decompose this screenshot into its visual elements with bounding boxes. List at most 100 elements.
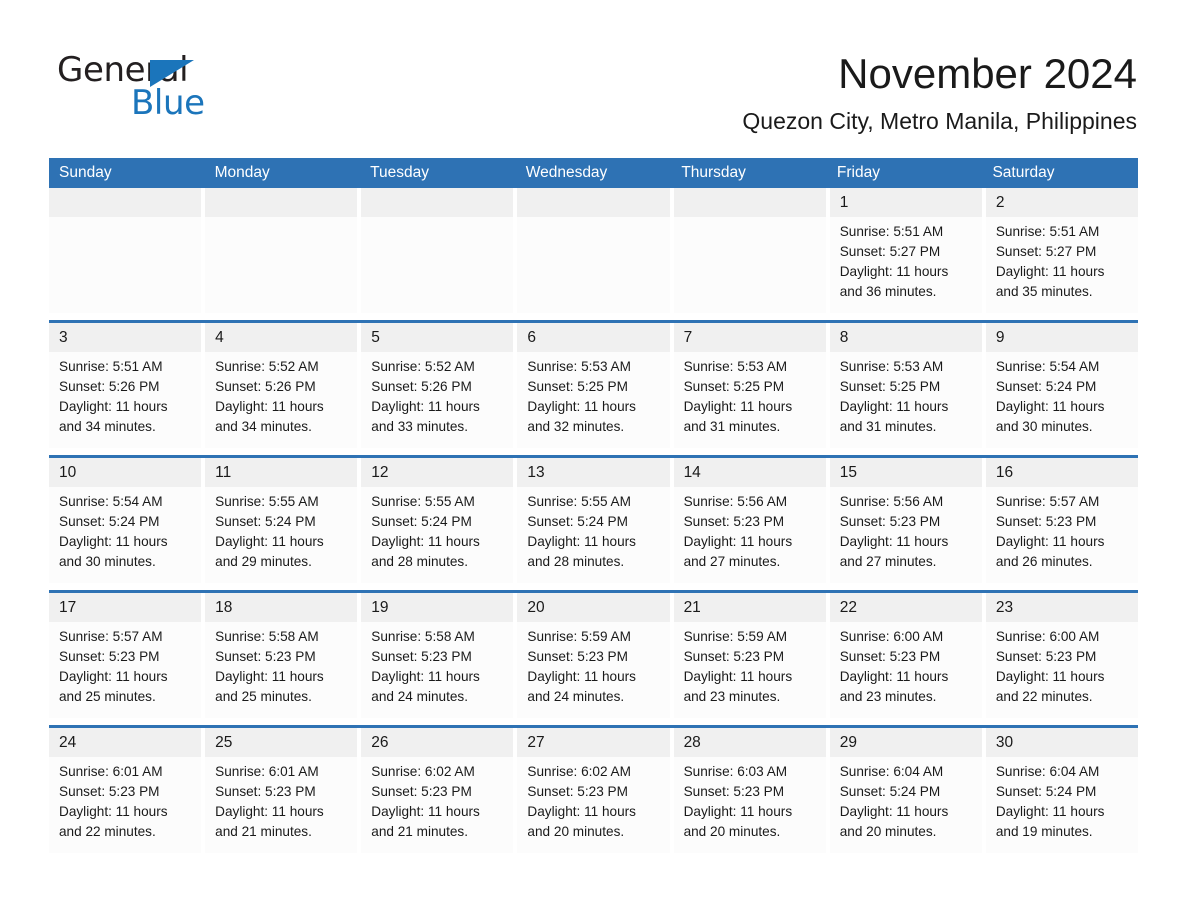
sunrise-text: Sunrise: 5:59 AM (527, 629, 631, 644)
day-cell[interactable]: 23 Sunrise: 6:00 AM Sunset: 5:23 PM Dayl… (985, 593, 1138, 718)
weekday-header-thursday: Thursday (681, 164, 746, 181)
day-cell[interactable]: 26 Sunrise: 6:02 AM Sunset: 5:23 PM Dayl… (361, 728, 514, 853)
daylight-text-line2: and 32 minutes. (527, 419, 625, 434)
daylight-text-line2: and 33 minutes. (371, 419, 469, 434)
day-cell[interactable]: 7 Sunrise: 5:53 AM Sunset: 5:25 PM Dayli… (673, 323, 826, 448)
day-cell[interactable]: 9 Sunrise: 5:54 AM Sunset: 5:24 PM Dayli… (985, 323, 1138, 448)
daylight-text-line1: Daylight: 11 hours (215, 669, 324, 684)
day-cell[interactable]: 3 Sunrise: 5:51 AM Sunset: 5:26 PM Dayli… (49, 323, 202, 448)
day-cell[interactable]: 6 Sunrise: 5:53 AM Sunset: 5:25 PM Dayli… (517, 323, 670, 448)
sunrise-text: Sunrise: 6:04 AM (839, 764, 944, 779)
sunset-text: Sunset: 5:24 PM (527, 514, 628, 529)
sunrise-text: Sunrise: 5:57 AM (59, 629, 163, 644)
daylight-text-line2: and 25 minutes. (215, 689, 312, 704)
daylight-text-line2: and 30 minutes. (995, 419, 1093, 434)
day-cell[interactable]: 5 Sunrise: 5:52 AM Sunset: 5:26 PM Dayli… (361, 323, 514, 448)
day-details: Sunrise: 6:02 AM Sunset: 5:23 PM Dayligh… (361, 757, 513, 842)
day-cell[interactable] (49, 188, 202, 313)
day-cell[interactable]: 8 Sunrise: 5:53 AM Sunset: 5:25 PM Dayli… (829, 323, 982, 448)
week-row: 10 Sunrise: 5:54 AM Sunset: 5:24 PM Dayl… (49, 455, 1138, 583)
day-cell[interactable]: 16 Sunrise: 5:57 AM Sunset: 5:23 PM Dayl… (985, 458, 1138, 583)
day-number: 10 (49, 458, 202, 487)
day-number: 13 (517, 458, 670, 487)
day-cell[interactable]: 30 Sunrise: 6:04 AM Sunset: 5:24 PM Dayl… (985, 728, 1138, 853)
sunrise-text: Sunrise: 5:54 AM (59, 494, 163, 509)
day-cell[interactable]: 15 Sunrise: 5:56 AM Sunset: 5:23 PM Dayl… (829, 458, 982, 583)
day-cell[interactable]: 19 Sunrise: 5:58 AM Sunset: 5:23 PM Dayl… (361, 593, 514, 718)
day-number (205, 188, 358, 217)
sunrise-text: Sunrise: 5:53 AM (839, 359, 944, 374)
sunset-text: Sunset: 5:24 PM (995, 784, 1097, 799)
day-cell[interactable] (361, 188, 514, 313)
day-number: 19 (361, 593, 514, 622)
day-details: Sunrise: 5:53 AM Sunset: 5:25 PM Dayligh… (830, 352, 982, 437)
day-cell[interactable]: 1 Sunrise: 5:51 AM Sunset: 5:27 PM Dayli… (829, 188, 982, 313)
daylight-text-line2: and 23 minutes. (683, 689, 781, 704)
daylight-text-line1: Daylight: 11 hours (839, 264, 949, 279)
day-details: Sunrise: 5:57 AM Sunset: 5:23 PM Dayligh… (986, 487, 1138, 572)
week-row: 3 Sunrise: 5:51 AM Sunset: 5:26 PM Dayli… (49, 320, 1138, 448)
day-cell[interactable]: 13 Sunrise: 5:55 AM Sunset: 5:24 PM Dayl… (517, 458, 670, 583)
daylight-text-line2: and 27 minutes. (683, 554, 781, 569)
day-number: 24 (49, 728, 202, 757)
day-number (517, 188, 670, 217)
daylight-text-line2: and 19 minutes. (995, 824, 1093, 839)
day-cell[interactable]: 12 Sunrise: 5:55 AM Sunset: 5:24 PM Dayl… (361, 458, 514, 583)
day-cell[interactable]: 4 Sunrise: 5:52 AM Sunset: 5:26 PM Dayli… (205, 323, 358, 448)
sunrise-text: Sunrise: 6:00 AM (995, 629, 1100, 644)
day-cell[interactable]: 22 Sunrise: 6:00 AM Sunset: 5:23 PM Dayl… (829, 593, 982, 718)
daylight-text-line1: Daylight: 11 hours (215, 804, 324, 819)
day-cell[interactable] (517, 188, 670, 313)
day-cell[interactable]: 29 Sunrise: 6:04 AM Sunset: 5:24 PM Dayl… (829, 728, 982, 853)
day-cell[interactable]: 17 Sunrise: 5:57 AM Sunset: 5:23 PM Dayl… (49, 593, 202, 718)
day-details: Sunrise: 6:01 AM Sunset: 5:23 PM Dayligh… (49, 757, 201, 842)
day-details: Sunrise: 5:58 AM Sunset: 5:23 PM Dayligh… (205, 622, 357, 707)
week-row: 24 Sunrise: 6:01 AM Sunset: 5:23 PM Dayl… (49, 725, 1138, 853)
daylight-text-line1: Daylight: 11 hours (995, 669, 1105, 684)
day-cell[interactable] (673, 188, 826, 313)
general-blue-logo[interactable]: General Blue (57, 52, 257, 124)
day-number (673, 188, 826, 217)
sunset-text: Sunset: 5:24 PM (59, 514, 160, 529)
sunrise-text: Sunrise: 5:52 AM (215, 359, 319, 374)
day-number: 22 (829, 593, 982, 622)
day-number: 30 (985, 728, 1138, 757)
sunrise-text: Sunrise: 6:00 AM (839, 629, 944, 644)
sunset-text: Sunset: 5:23 PM (683, 784, 785, 799)
daylight-text-line2: and 30 minutes. (59, 554, 156, 569)
day-cell[interactable]: 24 Sunrise: 6:01 AM Sunset: 5:23 PM Dayl… (49, 728, 202, 853)
day-cell[interactable] (205, 188, 358, 313)
logo-text-blue: Blue (131, 83, 205, 123)
day-details: Sunrise: 5:56 AM Sunset: 5:23 PM Dayligh… (674, 487, 826, 572)
sunrise-text: Sunrise: 5:55 AM (371, 494, 475, 509)
daylight-text-line1: Daylight: 11 hours (371, 804, 480, 819)
day-cell[interactable]: 11 Sunrise: 5:55 AM Sunset: 5:24 PM Dayl… (205, 458, 358, 583)
sunset-text: Sunset: 5:23 PM (839, 514, 941, 529)
sunset-text: Sunset: 5:27 PM (995, 244, 1097, 259)
day-details: Sunrise: 6:00 AM Sunset: 5:23 PM Dayligh… (986, 622, 1138, 707)
day-cell[interactable]: 10 Sunrise: 5:54 AM Sunset: 5:24 PM Dayl… (49, 458, 202, 583)
day-cell[interactable]: 20 Sunrise: 5:59 AM Sunset: 5:23 PM Dayl… (517, 593, 670, 718)
sunrise-text: Sunrise: 6:02 AM (527, 764, 631, 779)
sunset-text: Sunset: 5:23 PM (995, 649, 1097, 664)
day-cell[interactable]: 27 Sunrise: 6:02 AM Sunset: 5:23 PM Dayl… (517, 728, 670, 853)
day-cell[interactable]: 14 Sunrise: 5:56 AM Sunset: 5:23 PM Dayl… (673, 458, 826, 583)
day-details: Sunrise: 5:52 AM Sunset: 5:26 PM Dayligh… (205, 352, 357, 437)
day-cell[interactable]: 18 Sunrise: 5:58 AM Sunset: 5:23 PM Dayl… (205, 593, 358, 718)
daylight-text-line2: and 31 minutes. (839, 419, 937, 434)
sunrise-text: Sunrise: 5:51 AM (995, 224, 1100, 239)
calendar-page: General Blue November 2024 Quezon City, … (0, 0, 1188, 918)
day-cell[interactable]: 21 Sunrise: 5:59 AM Sunset: 5:23 PM Dayl… (673, 593, 826, 718)
location-subtitle: Quezon City, Metro Manila, Philippines (742, 108, 1137, 134)
day-number: 23 (985, 593, 1138, 622)
sunset-text: Sunset: 5:26 PM (371, 379, 472, 394)
day-number: 25 (205, 728, 358, 757)
day-cell[interactable]: 28 Sunrise: 6:03 AM Sunset: 5:23 PM Dayl… (673, 728, 826, 853)
day-cell[interactable]: 2 Sunrise: 5:51 AM Sunset: 5:27 PM Dayli… (985, 188, 1138, 313)
day-number: 4 (205, 323, 358, 352)
day-number: 2 (985, 188, 1138, 217)
daylight-text-line1: Daylight: 11 hours (527, 399, 636, 414)
day-details: Sunrise: 5:56 AM Sunset: 5:23 PM Dayligh… (830, 487, 982, 572)
day-cell[interactable]: 25 Sunrise: 6:01 AM Sunset: 5:23 PM Dayl… (205, 728, 358, 853)
day-number: 27 (517, 728, 670, 757)
